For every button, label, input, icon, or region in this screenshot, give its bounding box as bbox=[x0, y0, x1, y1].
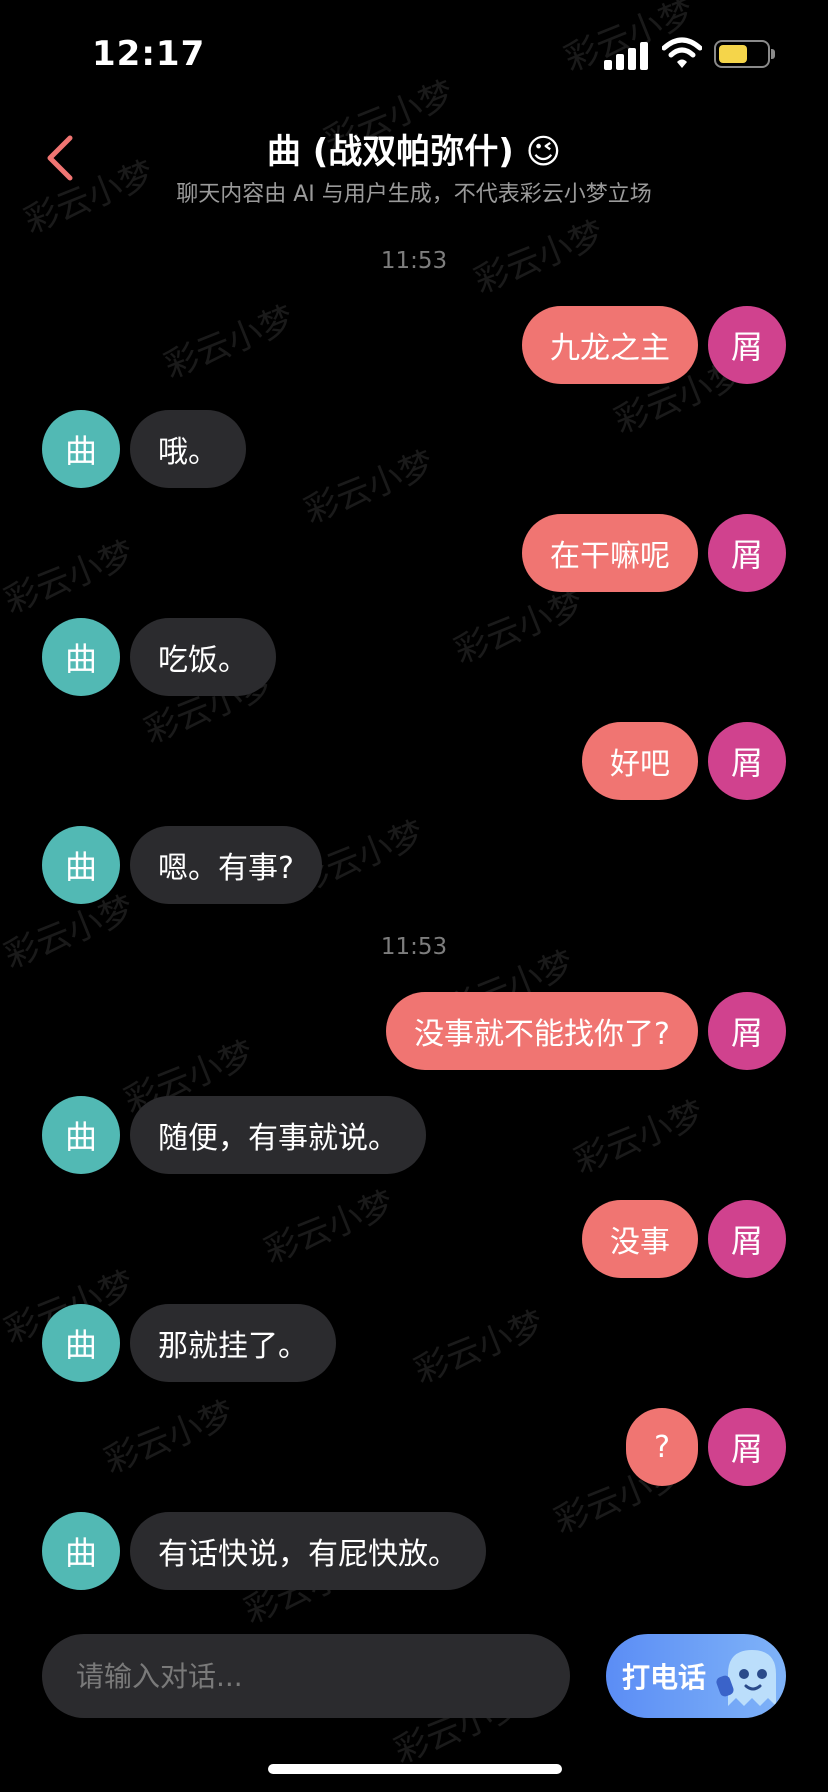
call-button-label: 打电话 bbox=[622, 1661, 707, 1694]
timestamp: 11:53 bbox=[380, 248, 448, 274]
cellular-signal-icon bbox=[604, 40, 648, 70]
chat-title: 曲 (战双帕弥什) 😉 bbox=[266, 132, 562, 172]
message-row: 曲 嗯。有事? bbox=[0, 826, 828, 904]
home-indicator[interactable] bbox=[268, 1764, 562, 1774]
user-avatar[interactable]: 屑 bbox=[708, 514, 786, 592]
bot-avatar[interactable]: 曲 bbox=[42, 1512, 120, 1590]
wifi-icon bbox=[662, 37, 702, 68]
bot-message-bubble[interactable]: 那就挂了。 bbox=[130, 1304, 336, 1382]
message-row: 曲 那就挂了。 bbox=[0, 1304, 828, 1382]
message-row: 曲 哦。 bbox=[0, 410, 828, 488]
message-row: 好吧 屑 bbox=[0, 722, 828, 800]
chat-disclaimer: 聊天内容由 AI 与用户生成，不代表彩云小梦立场 bbox=[176, 182, 652, 207]
battery-icon bbox=[714, 40, 770, 68]
battery-level bbox=[719, 45, 747, 63]
message-row: 没事就不能找你了? 屑 bbox=[0, 992, 828, 1070]
status-time: 12:17 bbox=[92, 34, 206, 74]
message-row: 曲 随便，有事就说。 bbox=[0, 1096, 828, 1174]
message-row: ? 屑 bbox=[0, 1408, 828, 1486]
user-message-bubble[interactable]: 没事就不能找你了? bbox=[386, 992, 698, 1070]
user-message-bubble[interactable]: ? bbox=[626, 1408, 698, 1486]
user-message-bubble[interactable]: 没事 bbox=[582, 1200, 698, 1278]
bot-avatar[interactable]: 曲 bbox=[42, 826, 120, 904]
timestamp: 11:53 bbox=[380, 934, 448, 960]
message-row: 九龙之主 屑 bbox=[0, 306, 828, 384]
user-message-bubble[interactable]: 九龙之主 bbox=[522, 306, 698, 384]
user-message-bubble[interactable]: 好吧 bbox=[582, 722, 698, 800]
call-button[interactable]: 打电话 bbox=[606, 1634, 786, 1718]
bot-avatar[interactable]: 曲 bbox=[42, 618, 120, 696]
bot-message-bubble[interactable]: 随便，有事就说。 bbox=[130, 1096, 426, 1174]
message-row: 曲 吃饭。 bbox=[0, 618, 828, 696]
bot-avatar[interactable]: 曲 bbox=[42, 1304, 120, 1382]
user-avatar[interactable]: 屑 bbox=[708, 1200, 786, 1278]
user-avatar[interactable]: 屑 bbox=[708, 992, 786, 1070]
message-row: 曲 有话快说，有屁快放。 bbox=[0, 1512, 828, 1590]
chat-screen: 彩云小梦 彩云小梦 彩云小梦 彩云小梦 彩云小梦 彩云小梦 彩云小梦 彩云小梦 … bbox=[0, 0, 828, 1792]
message-row: 在干嘛呢 屑 bbox=[0, 514, 828, 592]
user-avatar[interactable]: 屑 bbox=[708, 306, 786, 384]
message-row: 没事 屑 bbox=[0, 1200, 828, 1278]
message-input[interactable] bbox=[42, 1634, 570, 1718]
bot-message-bubble[interactable]: 嗯。有事? bbox=[130, 826, 322, 904]
bot-avatar[interactable]: 曲 bbox=[42, 1096, 120, 1174]
bot-message-bubble[interactable]: 有话快说，有屁快放。 bbox=[130, 1512, 486, 1590]
bot-avatar[interactable]: 曲 bbox=[42, 410, 120, 488]
user-avatar[interactable]: 屑 bbox=[708, 722, 786, 800]
user-avatar[interactable]: 屑 bbox=[708, 1408, 786, 1486]
ghost-mascot-icon bbox=[716, 1650, 776, 1706]
status-bar: 12:17 bbox=[0, 0, 828, 100]
user-message-bubble[interactable]: 在干嘛呢 bbox=[522, 514, 698, 592]
battery-cap bbox=[771, 49, 775, 59]
bot-message-bubble[interactable]: 哦。 bbox=[130, 410, 246, 488]
bot-message-bubble[interactable]: 吃饭。 bbox=[130, 618, 276, 696]
